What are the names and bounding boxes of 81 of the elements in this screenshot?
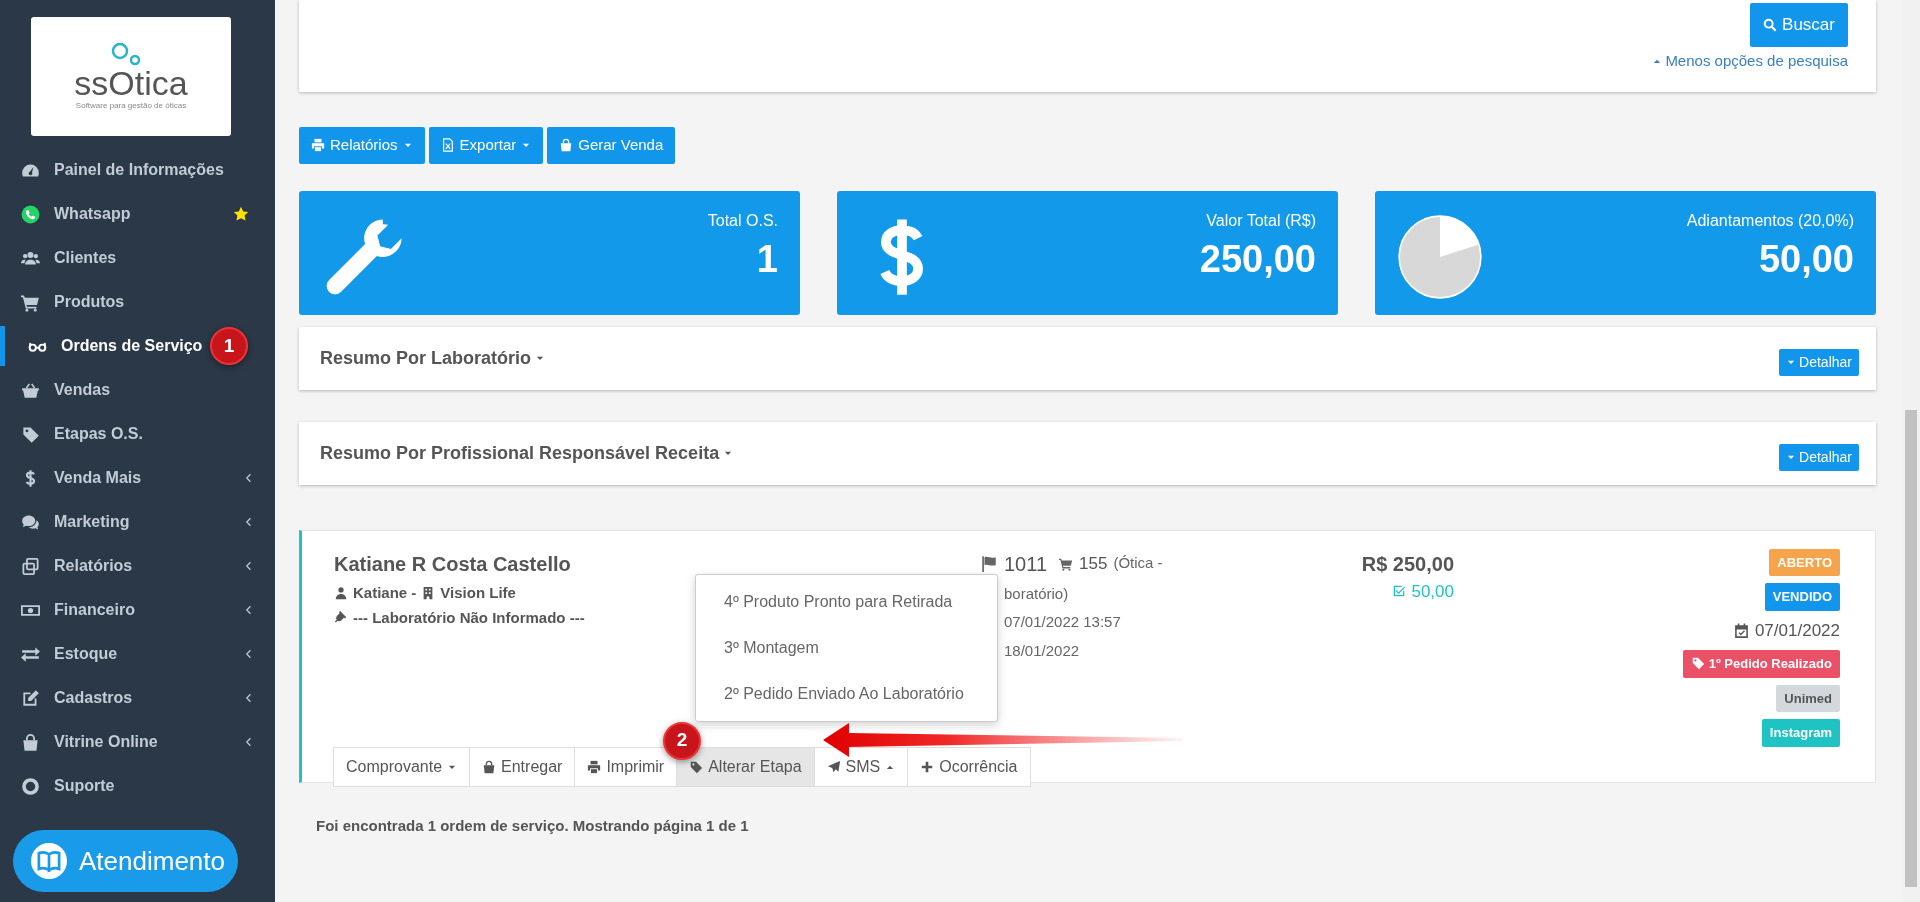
- sale-note: (Ótica -: [1113, 553, 1163, 574]
- shopping-bag-icon: [559, 138, 574, 153]
- spreadsheet-icon: [440, 138, 455, 153]
- order-detail: 18/01/2022: [1004, 640, 1081, 661]
- pie-icon: [1397, 213, 1483, 300]
- order-detail: 07/01/2022 13:57: [1004, 612, 1122, 632]
- plus-icon: [920, 759, 935, 774]
- flag-icon: [980, 554, 998, 573]
- sidebar-item[interactable]: Relatórios: [0, 544, 275, 588]
- sidebar-item[interactable]: Whatsapp: [0, 192, 275, 236]
- book-icon: [31, 843, 67, 879]
- comments-icon: [21, 512, 40, 532]
- toggle-link[interactable]: Menos opções de pesquisa: [1652, 49, 1848, 72]
- order-date: 07/01/2022: [1754, 619, 1840, 642]
- seller-name: Katiane -: [353, 582, 417, 603]
- menu-item[interactable]: 2º Pedido Enviado Ao Laboratório: [696, 670, 997, 717]
- order-number: 1011: [1004, 551, 1047, 577]
- sidebar-item[interactable]: Painel de Informações: [0, 148, 275, 192]
- sidebar-item[interactable]: Vendas: [0, 368, 275, 412]
- step-marker: 2: [663, 721, 701, 760]
- printer-icon: [311, 138, 325, 153]
- sidebar-item[interactable]: Financeiro: [0, 588, 275, 632]
- status-badge: Instagram: [1761, 719, 1840, 747]
- paid-amount: 50,00: [1411, 580, 1454, 603]
- edit-icon: [21, 688, 40, 708]
- user-icon: [334, 585, 348, 600]
- status-badge: VENDIDO: [1764, 583, 1840, 611]
- menu-item[interactable]: 4º Produto Pronto para Retirada: [696, 578, 997, 625]
- step-marker: 1: [210, 327, 248, 365]
- sidebar-item[interactable]: Suporte: [0, 764, 275, 808]
- sidebar-item[interactable]: Etapas O.S.: [0, 412, 275, 456]
- tag-icon: [21, 424, 40, 444]
- documents-icon: [21, 556, 40, 576]
- cart-icon: [21, 292, 40, 312]
- sidebar-item[interactable]: Cadastros: [0, 676, 275, 720]
- summary-title[interactable]: Resumo Por Laboratório: [320, 344, 546, 372]
- order-detail: boratório): [1004, 583, 1070, 604]
- status-badge: Unimed: [1776, 684, 1840, 712]
- stat-value: 1: [755, 236, 778, 282]
- shopping-bag-icon: [482, 759, 497, 774]
- sidebar-item[interactable]: Estoque: [0, 632, 275, 676]
- sidebar-item[interactable]: Vitrine Online: [0, 720, 275, 764]
- action-button[interactable]: Entregar: [469, 746, 576, 787]
- action-button[interactable]: Comprovante: [333, 746, 471, 787]
- action-button[interactable]: Imprimir: [574, 746, 678, 787]
- logo-tagline: Software para gestão de óticas: [75, 99, 187, 112]
- sidebar-item[interactable]: Produtos: [0, 280, 275, 324]
- sidebar-item[interactable]: Venda Mais: [0, 456, 275, 500]
- stat-value: 50,00: [1757, 236, 1854, 282]
- action-button[interactable]: SMS: [813, 746, 909, 787]
- status-badge: 1º Pedido Realizado: [1682, 650, 1840, 678]
- stat-label: Adiantamentos (20,0%): [1686, 210, 1854, 231]
- action-button[interactable]: Ocorrência: [907, 746, 1031, 787]
- sidebar-item[interactable]: Clientes: [0, 236, 275, 280]
- stat-label: Total O.S.: [707, 210, 778, 231]
- customer-name[interactable]: Katiane R Costa Castello: [334, 548, 980, 579]
- action-button[interactable]: Alterar Etapa: [676, 746, 815, 787]
- summary-title[interactable]: Resumo Por Profissional Responsável Receita: [320, 439, 734, 467]
- stat-label: Valor Total (R$): [1205, 210, 1316, 231]
- result-summary: Foi encontrada 1 ordem de serviço. Mostrando página 1 de 1: [316, 815, 750, 836]
- calendar-icon: [1732, 621, 1750, 639]
- stat-value: 250,00: [1199, 236, 1316, 282]
- tag-icon: [689, 759, 704, 774]
- printer-icon: [587, 759, 602, 774]
- lifebuoy-icon: [21, 776, 40, 796]
- checkbox-icon: [1392, 584, 1407, 599]
- order-total: R$ 250,00: [1360, 551, 1454, 577]
- lab-name: --- Laboratório Não Informado ---: [353, 608, 585, 628]
- sidebar-item[interactable]: Marketing: [0, 500, 275, 544]
- store-name: Vision Life: [440, 582, 516, 603]
- logo[interactable]: ssOtica Software para gestão de óticas: [31, 17, 231, 136]
- status-badge: ABERTO: [1769, 548, 1840, 576]
- sale-number: 155: [1079, 552, 1108, 575]
- shopping-bag-icon: [21, 732, 40, 752]
- search-icon: [1763, 17, 1778, 32]
- chat-phone-icon: [21, 204, 40, 224]
- cart-icon: [1059, 556, 1073, 571]
- paper-plane-icon: [826, 759, 841, 774]
- logo-text: ssOtica: [74, 65, 188, 100]
- menu-item[interactable]: 3º Montagem: [696, 624, 997, 671]
- tag-icon: [1690, 656, 1705, 670]
